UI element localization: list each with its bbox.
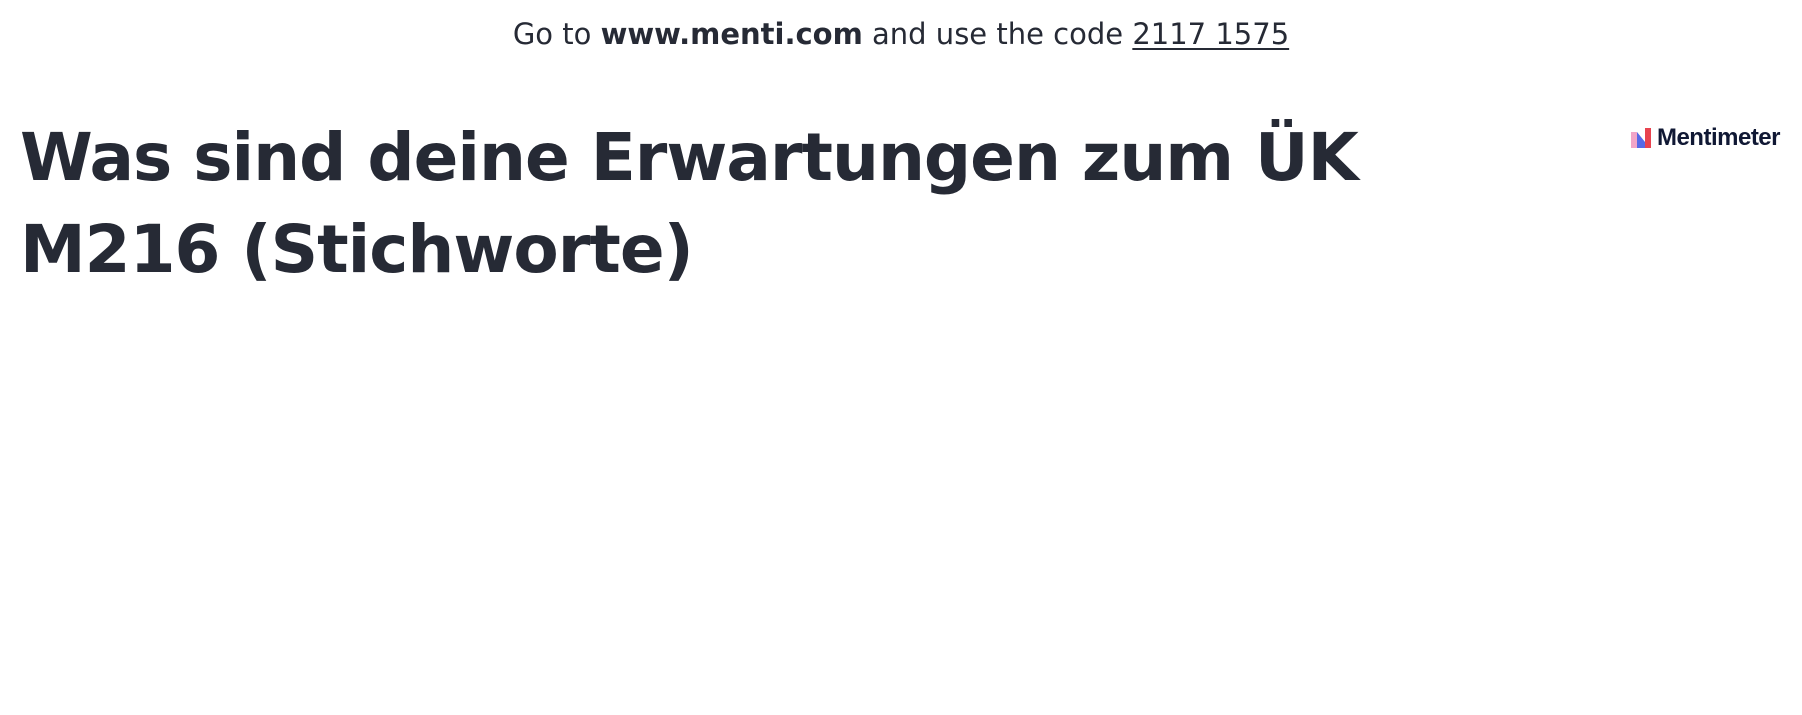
question-title: Was sind deine Erwartungen zum ÜK M216 (…: [20, 119, 1359, 288]
join-url-link[interactable]: www.menti.com: [601, 17, 863, 51]
join-prefix: Go to: [512, 17, 601, 51]
join-instructions: Go to www.menti.com and use the code 211…: [0, 14, 1802, 54]
join-middle-text: and use the code: [862, 17, 1133, 51]
brand-name: Mentimeter: [1656, 124, 1781, 151]
voting-code: 2117 1575: [1132, 17, 1290, 51]
brand-logo: Mentimeter: [1630, 124, 1781, 152]
mentimeter-logo-icon: [1630, 128, 1651, 148]
